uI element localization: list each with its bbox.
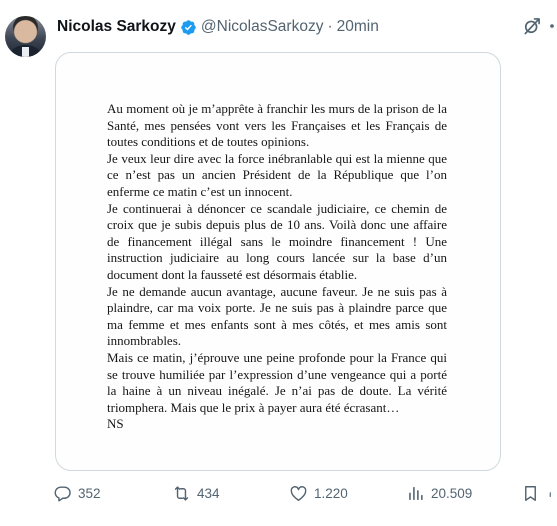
letter-image[interactable]: Au moment où je m’apprête à franchir les…	[55, 52, 501, 471]
letter-text: Au moment où je m’apprête à franchir les…	[107, 101, 447, 433]
views-button[interactable]: 20.509	[406, 480, 472, 506]
like-count: 1.220	[314, 485, 348, 501]
letter-signature: NS	[107, 416, 124, 432]
bookmark-button[interactable]	[521, 480, 540, 506]
avatar[interactable]	[5, 16, 46, 57]
letter-paragraph: Mais ce matin, j’éprouve une peine profo…	[107, 349, 447, 415]
views-count: 20.509	[431, 485, 473, 501]
views-icon	[409, 486, 423, 500]
reply-button[interactable]: 352	[53, 480, 101, 506]
author-name[interactable]: Nicolas Sarkozy	[57, 18, 176, 36]
reply-count: 352	[78, 485, 101, 501]
tweet-header: Nicolas Sarkozy @NicolasSarkozy · 20min	[57, 16, 379, 38]
reply-icon	[54, 485, 71, 501]
avatar-shirt	[22, 47, 29, 57]
repost-icon	[174, 485, 189, 501]
letter-paragraph: Je veux leur dire avec la force inébranl…	[107, 150, 447, 199]
timestamp[interactable]: 20min	[337, 18, 379, 36]
repost-button[interactable]: 434	[172, 480, 220, 506]
share-icon	[549, 491, 551, 497]
letter-paragraph: Je ne demande aucun avantage, aucune fav…	[107, 283, 447, 349]
more-options-icon[interactable]	[548, 18, 557, 34]
author-handle[interactable]: @NicolasSarkozy	[201, 18, 324, 36]
heart-icon	[290, 485, 307, 501]
grok-icon[interactable]	[522, 16, 542, 36]
repost-count: 434	[197, 485, 220, 501]
share-button[interactable]	[548, 480, 557, 506]
separator-dot: ·	[327, 18, 333, 35]
action-bar: 352 434 1.220 20.509	[0, 480, 557, 506]
bookmark-icon	[525, 485, 536, 501]
letter-paragraph: Au moment où je m’apprête à franchir les…	[107, 101, 447, 150]
verified-badge-icon	[181, 19, 196, 35]
letter-paragraph: Je continuerai à dénoncer ce scandale ju…	[107, 200, 447, 282]
like-button[interactable]: 1.220	[289, 480, 348, 506]
